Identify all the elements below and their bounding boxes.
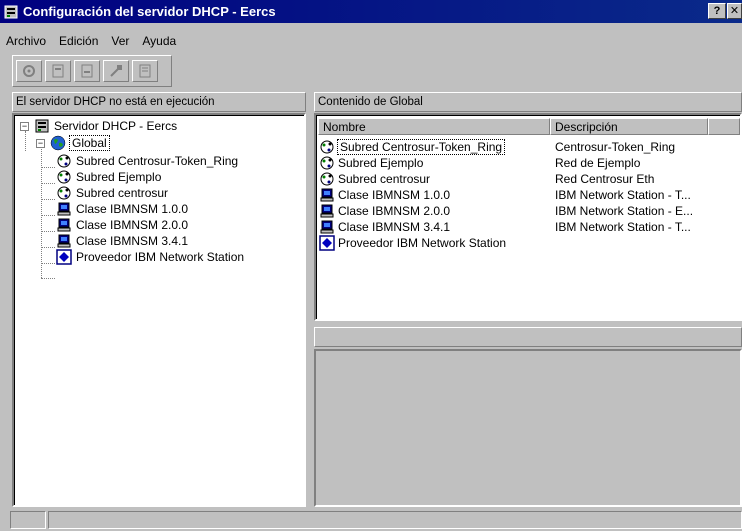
server-icon [35,119,49,133]
help-button[interactable]: ? [708,3,726,19]
toolbar-button-5[interactable] [132,60,158,82]
pin-icon [110,65,122,77]
class-icon [320,220,334,234]
list-item[interactable]: Clase IBMNSM 3.4.1 [319,219,450,235]
subnet-icon [320,156,334,170]
list-item-description: Red Centrosur Eth [555,172,655,186]
class-icon [320,188,334,202]
list-item-description: IBM Network Station - E... [555,204,694,218]
menu-ayuda[interactable]: Ayuda [142,34,176,48]
column-header-empty [708,118,740,135]
tree-label-child: Clase IBMNSM 1.0.0 [76,202,189,216]
collapse-root-toggle[interactable]: − [20,122,29,131]
list-item[interactable]: Subred Centrosur-Token_Ring [319,139,506,155]
tree-label-child: Subred centrosur [76,186,169,200]
properties-icon [139,64,151,78]
close-button[interactable]: ✕ [727,3,742,19]
status-cell-2 [48,511,742,529]
class-icon [57,234,71,248]
class-icon [57,218,71,232]
column-header-descripcion[interactable]: Descripción [550,118,708,135]
window-title: Configuración del servidor DHCP - Eercs [23,4,276,19]
list-item[interactable]: Clase IBMNSM 2.0.0 [319,203,450,219]
tree-item-child[interactable]: Clase IBMNSM 2.0.0 [56,217,188,233]
tree-item-child[interactable]: Subred centrosur [56,185,168,201]
gear-icon [23,65,35,77]
tree-label-child: Clase IBMNSM 3.4.1 [76,234,189,248]
list-item[interactable]: Subred centrosur [319,171,430,187]
subnet-icon [57,154,71,168]
subnet-icon [57,170,71,184]
server-start-icon [52,64,64,78]
tree-item-child[interactable]: Subred Centrosur-Token_Ring [56,153,238,169]
list-item-name: Clase IBMNSM 2.0.0 [338,204,451,218]
list-item-description: Centrosur-Token_Ring [555,140,676,154]
toolbar-button-3[interactable] [74,60,100,82]
detail-panel [314,349,742,507]
menu-ver[interactable]: Ver [111,34,129,48]
menu-archivo[interactable]: Archivo [6,34,46,48]
menu-edicion[interactable]: Edición [59,34,98,48]
subnet-icon [320,172,334,186]
tree-view[interactable]: − Servidor DHCP - Eercs − Global Subred … [12,113,306,507]
menu-bar: Archivo Edición Ver Ayuda [0,30,189,52]
title-bar[interactable]: Configuración del servidor DHCP - Eercs … [0,0,742,23]
list-item-name: Clase IBMNSM 3.4.1 [338,220,451,234]
list-item-name: Subred Ejemplo [338,156,424,170]
tree-label-child: Proveedor IBM Network Station [76,250,245,264]
collapse-global-toggle[interactable]: − [36,139,45,148]
list-item[interactable]: Subred Ejemplo [319,155,423,171]
globe-icon [50,135,66,151]
toolbar-button-4[interactable] [103,60,129,82]
list-item-name: Subred Centrosur-Token_Ring [336,139,506,155]
column-header-nombre[interactable]: Nombre [318,118,550,135]
tree-label-child: Subred Centrosur-Token_Ring [76,154,239,168]
subnet-icon [320,140,334,154]
list-item-description: IBM Network Station - T... [555,220,691,234]
status-bar [0,509,742,531]
list-item-description: IBM Network Station - T... [555,188,691,202]
tree-label-global: Global [69,135,110,151]
tree-item-child[interactable]: Subred Ejemplo [56,169,161,185]
tree-label-child: Clase IBMNSM 2.0.0 [76,218,189,232]
class-icon [320,204,334,218]
detail-panel-header [314,327,742,347]
tree-item-server[interactable]: Servidor DHCP - Eercs [34,118,177,134]
list-item[interactable]: Clase IBMNSM 1.0.0 [319,187,450,203]
list-item[interactable]: Proveedor IBM Network Station [319,235,506,251]
server-icon [4,5,18,18]
vendor-icon [319,235,335,251]
toolbar [12,55,172,87]
class-icon [57,202,71,216]
vendor-icon [56,249,72,265]
left-panel-header: El servidor DHCP no está en ejecución [12,92,306,112]
right-panel-header: Contenido de Global [314,92,742,112]
tree-item-child[interactable]: Clase IBMNSM 1.0.0 [56,201,188,217]
list-item-name: Clase IBMNSM 1.0.0 [338,188,451,202]
toolbar-button-2[interactable] [45,60,71,82]
list-view[interactable]: Nombre Descripción Subred Centrosur-Toke… [314,113,742,321]
toolbar-button-1[interactable] [16,60,42,82]
server-stop-icon [81,64,93,78]
tree-label-child: Subred Ejemplo [76,170,162,184]
tree-item-child[interactable]: Clase IBMNSM 3.4.1 [56,233,188,249]
list-item-name: Subred centrosur [338,172,431,186]
list-item-name: Proveedor IBM Network Station [338,236,507,250]
tree-item-child[interactable]: Proveedor IBM Network Station [56,249,244,265]
status-cell-1 [10,511,46,529]
list-item-description: Red de Ejemplo [555,156,641,170]
tree-label-server: Servidor DHCP - Eercs [54,119,178,133]
subnet-icon [57,186,71,200]
tree-item-global[interactable]: Global [50,135,110,151]
